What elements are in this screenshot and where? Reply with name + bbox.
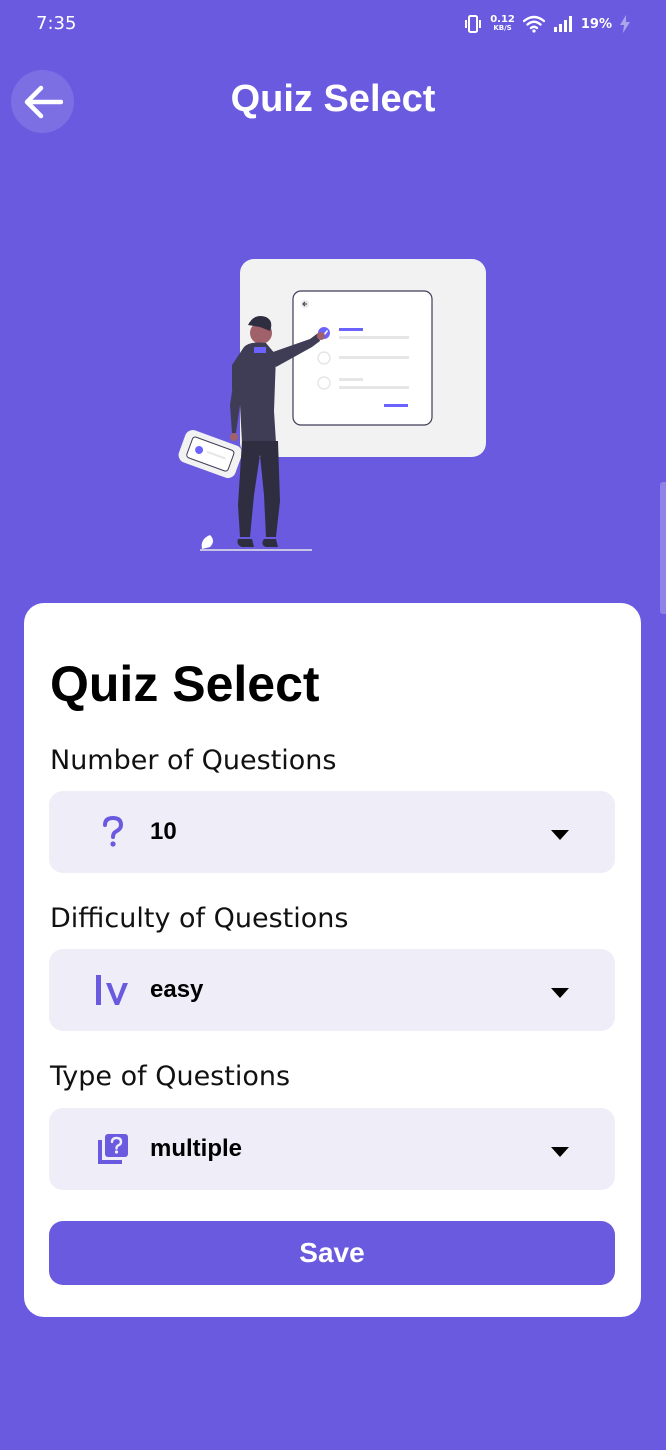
- status-bar: 7:35 0.12 KB/S 19%: [0, 0, 666, 50]
- charging-bolt-icon: [620, 15, 630, 33]
- card-title: Quiz Select: [50, 656, 320, 712]
- page-title: Quiz Select: [230, 78, 436, 120]
- status-icons: 0.12 KB/S 19%: [464, 14, 630, 34]
- chevron-down-icon: [551, 827, 569, 845]
- vibrate-icon: [464, 14, 482, 34]
- status-time: 7:35: [36, 13, 77, 34]
- type-of-questions-label: Type of Questions: [50, 1061, 291, 1092]
- quiz-illustration: [170, 255, 500, 560]
- difficulty-dropdown[interactable]: easy: [49, 949, 615, 1031]
- network-speed: 0.12 KB/S: [490, 15, 515, 33]
- quiz-select-card: Quiz Select Number of Questions 10 Diffi…: [24, 603, 641, 1317]
- signal-icon: [553, 16, 573, 32]
- question-mark-icon: [93, 812, 133, 852]
- chevron-down-icon: [551, 1144, 569, 1162]
- chevron-down-icon: [551, 985, 569, 1003]
- network-speed-unit: KB/S: [493, 24, 512, 32]
- difficulty-value: easy: [150, 976, 204, 1003]
- level-icon: [93, 970, 133, 1010]
- save-button[interactable]: Save: [49, 1221, 615, 1285]
- network-speed-value: 0.12: [490, 14, 515, 25]
- wifi-icon: [522, 15, 545, 33]
- number-of-questions-dropdown[interactable]: 10: [49, 791, 615, 873]
- number-of-questions-label: Number of Questions: [50, 745, 337, 776]
- number-of-questions-value: 10: [150, 818, 177, 845]
- screen: 7:35 0.12 KB/S 19% Quiz Select Quiz Sele…: [0, 0, 666, 1450]
- type-dropdown[interactable]: multiple: [49, 1108, 615, 1190]
- type-value: multiple: [150, 1135, 243, 1162]
- scroll-handle[interactable]: [660, 482, 666, 614]
- quiz-library-icon: [93, 1129, 133, 1169]
- battery-percentage: 19%: [580, 16, 612, 32]
- difficulty-of-questions-label: Difficulty of Questions: [50, 903, 349, 934]
